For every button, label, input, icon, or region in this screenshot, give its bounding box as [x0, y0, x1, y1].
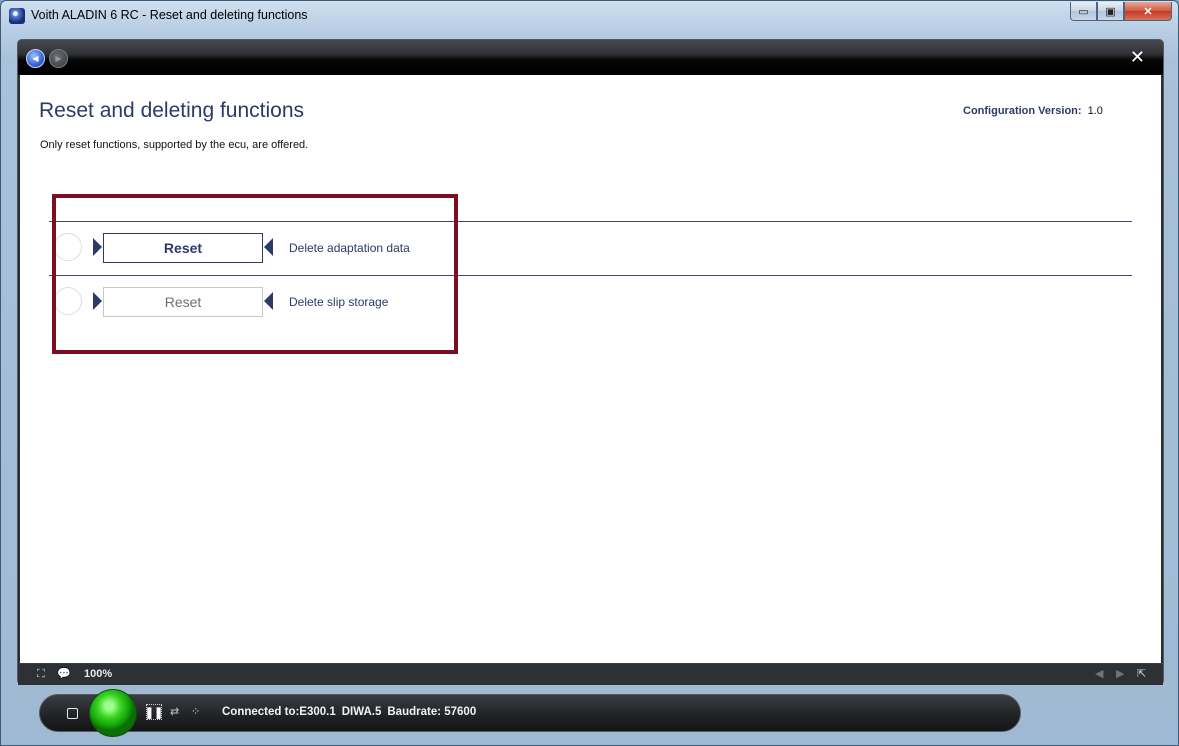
connection-status-light[interactable] — [89, 689, 137, 737]
view-statusbar: ⛶ 💬 100% ◀ ▶ ⇱ — [18, 663, 1163, 685]
zoom-level: 100% — [84, 668, 113, 680]
stop-button[interactable] — [67, 708, 78, 719]
maximize-icon: ▣ — [1105, 5, 1116, 18]
pause-icon: ❚❚ — [144, 706, 164, 719]
close-window-button[interactable]: ✕ — [1124, 2, 1172, 21]
pause-button[interactable]: ❚❚ — [144, 704, 164, 720]
next-icon[interactable]: ▶ — [1116, 668, 1128, 680]
connection-settings-icon[interactable]: ⇄ — [170, 705, 179, 718]
title-bar[interactable]: Voith ALADIN 6 RC - Reset and deleting f… — [1, 1, 1179, 31]
connection-bar: ❚❚ ⇄ ⁘ Connected to:E300.1 DIWA.5 Baudrate… — [39, 694, 1021, 732]
baudrate: Baudrate: 57600 — [387, 706, 477, 718]
navigation-toolbar: ◀ ▶ ✕ — [18, 40, 1163, 75]
grid-icon[interactable]: ⁘ — [191, 705, 200, 718]
application-window: Voith ALADIN 6 RC - Reset and deleting f… — [0, 0, 1179, 746]
device-name: DIWA.5 — [341, 706, 382, 718]
content-area: Reset and deleting functions Only reset … — [20, 75, 1161, 663]
connection-status-text: Connected to:E300.1 DIWA.5 Baudrate: 57600 — [222, 706, 482, 718]
forward-button[interactable]: ▶ — [49, 49, 68, 68]
forward-arrow-icon: ▶ — [55, 54, 62, 63]
config-version-label: Configuration Version: — [963, 105, 1082, 117]
comment-icon[interactable]: 💬 — [57, 668, 71, 680]
app-frame: ◀ ▶ ✕ Reset and deleting functions Only … — [17, 39, 1164, 685]
connected-to: Connected to:E300.1 — [222, 706, 336, 718]
close-page-button[interactable]: ✕ — [1130, 48, 1145, 66]
app-icon — [9, 8, 25, 24]
highlight-box — [52, 194, 458, 354]
maximize-button[interactable]: ▣ — [1097, 2, 1124, 21]
back-arrow-icon: ◀ — [32, 54, 39, 63]
popout-icon[interactable]: ⇱ — [1137, 668, 1149, 680]
page-title: Reset and deleting functions — [39, 99, 305, 122]
page-subtitle: Only reset functions, supported by the e… — [40, 139, 309, 151]
back-button[interactable]: ◀ — [26, 49, 45, 68]
fit-screen-icon[interactable]: ⛶ — [37, 668, 49, 680]
configuration-version: Configuration Version: 1.0 — [963, 105, 1103, 117]
minimize-icon: ▭ — [1078, 5, 1089, 18]
window-title: Voith ALADIN 6 RC - Reset and deleting f… — [31, 8, 308, 22]
minimize-button[interactable]: ▭ — [1070, 2, 1097, 21]
config-version-value: 1.0 — [1087, 105, 1103, 117]
previous-icon[interactable]: ◀ — [1095, 668, 1107, 680]
close-icon: ✕ — [1143, 5, 1153, 18]
